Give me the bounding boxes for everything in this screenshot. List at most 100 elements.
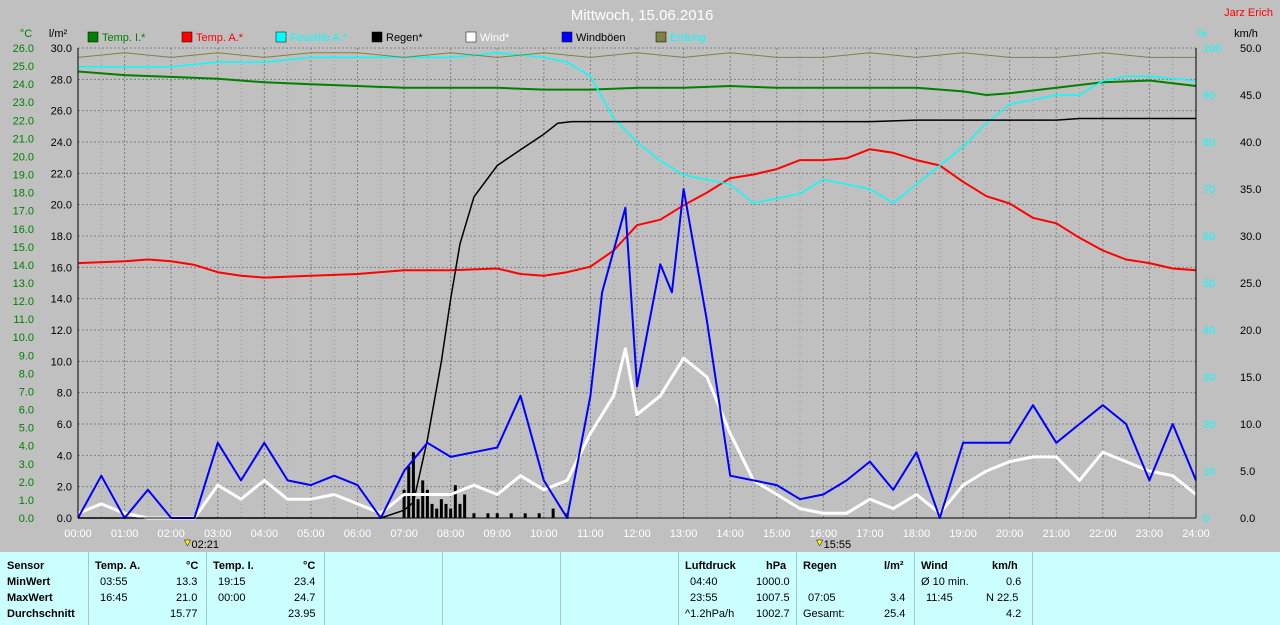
x-tick-label: 17:00 xyxy=(856,528,884,540)
unit-humidity: % xyxy=(1197,28,1207,40)
humidity-tick-label: 0 xyxy=(1203,513,1209,525)
x-tick-label: 11:00 xyxy=(577,528,604,540)
wind-tick-label: 5.0 xyxy=(1240,466,1255,478)
temp-tick-label: 19.0 xyxy=(13,170,34,182)
stats-temp-a-min: 13.3 xyxy=(176,576,198,588)
x-tick-label: 10:00 xyxy=(530,528,558,540)
legend-swatch xyxy=(465,31,477,43)
rain-tick-label: 4.0 xyxy=(57,450,72,462)
wind-tick-label: 10.0 xyxy=(1240,419,1261,431)
rain-tick-label: 8.0 xyxy=(57,388,72,400)
chart-svg: 00:00 01:00 02:00 03:00 04:00 05:00 06:00 07:00… xyxy=(13,7,1273,551)
stats-pressure-min: 1000.0 xyxy=(756,576,790,588)
rain-tick-label: 28.0 xyxy=(51,74,72,86)
stats-temp-i-avg: 23.95 xyxy=(288,608,316,620)
legend-swatch xyxy=(561,31,573,43)
rain-bar xyxy=(551,508,555,518)
temp-tick-label: 18.0 xyxy=(13,188,34,200)
unit-rain: l/m² xyxy=(49,28,68,40)
humidity-tick-label: 60 xyxy=(1203,231,1215,243)
rain-bar xyxy=(435,508,439,518)
weather-chart: 00:00 01:00 02:00 03:00 04:00 05:00 06:00 07:00… xyxy=(0,0,1280,552)
stats-temp-a-max: 21.0 xyxy=(176,592,198,604)
x-tick-label: 06:00 xyxy=(344,528,372,540)
humidity-tick-label: 80 xyxy=(1203,137,1215,149)
temp-tick-label: 1.0 xyxy=(19,495,34,507)
rain-tick-label: 30.0 xyxy=(51,43,72,55)
x-tick-label: 00:00 xyxy=(64,528,92,540)
legend-swatch xyxy=(655,31,667,43)
stats-temp-i-min: 23.4 xyxy=(294,576,316,588)
x-tick-label: 23:00 xyxy=(1136,528,1164,540)
x-tick-label: 07:00 xyxy=(390,528,418,540)
stats-row-avg: Durchschnitt xyxy=(7,608,75,620)
temp-tick-label: 12.0 xyxy=(13,296,34,308)
humidity-tick-label: 50 xyxy=(1203,278,1215,290)
wind-tick-label: 20.0 xyxy=(1240,325,1261,337)
wind-tick-label: 30.0 xyxy=(1240,231,1261,243)
stats-row-min: MinWert xyxy=(7,576,51,588)
x-tick-label: 14:00 xyxy=(716,528,744,540)
x-tick-label: 01:00 xyxy=(111,528,139,540)
rain-bar xyxy=(463,494,467,518)
rain-bar xyxy=(430,503,434,518)
rain-bar xyxy=(453,485,457,518)
x-tick-label: 12:00 xyxy=(623,528,651,540)
stats-pressure-min-time: 04:40 xyxy=(690,576,718,588)
rain-tick-label: 20.0 xyxy=(51,200,72,212)
temp-tick-label: 13.0 xyxy=(13,278,34,290)
stats-rain-unit: l/m² xyxy=(884,560,904,572)
temp-tick-label: 5.0 xyxy=(19,423,34,435)
stats-temp-a-header: Temp. A. xyxy=(95,560,141,572)
rain-bar xyxy=(439,499,443,518)
stats-temp-i-header: Temp. I. xyxy=(213,560,254,572)
legend-label: Temp. I.* xyxy=(102,32,146,44)
time-marker-label: 02:21 xyxy=(191,539,219,551)
rain-tick-label: 6.0 xyxy=(57,419,72,431)
temp-tick-label: 2.0 xyxy=(19,477,34,489)
temp-tick-label: 9.0 xyxy=(19,350,34,362)
legend-label: Wind* xyxy=(480,32,510,44)
temp-tick-label: 26.0 xyxy=(13,43,34,55)
rain-bar xyxy=(523,513,527,518)
stats-wind-avg: 4.2 xyxy=(1006,608,1022,620)
rain-tick-label: 10.0 xyxy=(51,356,72,368)
rain-tick-label: 0.0 xyxy=(57,513,72,525)
legend-label: Regen* xyxy=(386,32,423,44)
plot-background xyxy=(78,48,1196,518)
rain-tick-label: 26.0 xyxy=(51,106,72,118)
rain-tick-label: 14.0 xyxy=(51,294,72,306)
stats-temp-i-unit: °C xyxy=(303,560,316,572)
temp-tick-label: 22.0 xyxy=(13,115,34,127)
rain-bar xyxy=(449,508,453,518)
rain-bar xyxy=(444,503,448,518)
humidity-tick-label: 70 xyxy=(1203,184,1215,196)
temp-tick-label: 23.0 xyxy=(13,97,34,109)
x-tick-label: 15:00 xyxy=(763,528,791,540)
rain-bar xyxy=(509,513,513,518)
temp-tick-label: 25.0 xyxy=(13,61,34,73)
temp-tick-label: 4.0 xyxy=(19,441,34,453)
legend-label: Windböen xyxy=(576,32,626,44)
temp-tick-label: 17.0 xyxy=(13,206,34,218)
time-marker-arrow xyxy=(184,539,191,547)
humidity-tick-label: 100 xyxy=(1203,43,1221,55)
stats-temp-a-unit: °C xyxy=(186,560,199,572)
rain-tick-label: 24.0 xyxy=(51,137,72,149)
rain-bar xyxy=(486,513,490,518)
stats-panel: Sensor MinWert MaxWert Durchschnitt Temp… xyxy=(0,552,1280,625)
stats-sensor-header: Sensor xyxy=(7,560,45,572)
legend-label: Temp. A.* xyxy=(196,32,244,44)
stats-temp-i-min-time: 19:15 xyxy=(218,576,246,588)
time-marker-label: 15:55 xyxy=(824,539,852,551)
humidity-tick-label: 10 xyxy=(1203,466,1215,478)
stats-rain-total: 25.4 xyxy=(884,608,906,620)
stats-pressure-max-time: 23:55 xyxy=(690,592,718,604)
wind-tick-label: 45.0 xyxy=(1240,90,1261,102)
stats-temp-a-avg: 15.77 xyxy=(170,608,198,620)
stats-rain-total-label: Gesamt: xyxy=(803,608,845,620)
legend-label: Erdung xyxy=(670,32,705,44)
x-tick-label: 22:00 xyxy=(1089,528,1117,540)
rain-bar xyxy=(421,480,425,518)
temp-tick-label: 21.0 xyxy=(13,133,34,145)
